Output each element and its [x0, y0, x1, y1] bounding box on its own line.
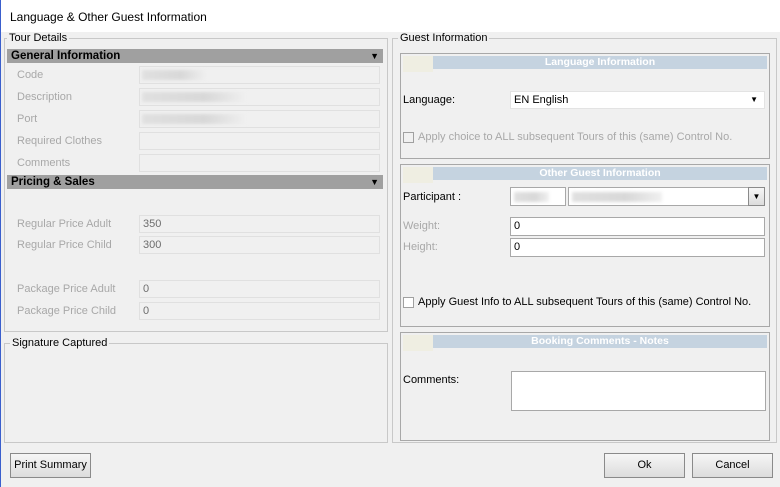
window-border: [0, 32, 1, 487]
apply-language-checkbox[interactable]: [403, 132, 414, 143]
language-value: EN English: [514, 94, 569, 106]
comments-textarea[interactable]: [511, 371, 766, 411]
field-label: Required Clothes: [17, 135, 102, 147]
participant-id-field[interactable]: [510, 187, 566, 206]
redacted-value: [142, 114, 247, 124]
apply-guest-info-label: Apply Guest Info to ALL subsequent Tours…: [418, 296, 752, 308]
field-value: 300: [139, 236, 380, 254]
signature-legend: Signature Captured: [10, 337, 110, 349]
dropdown-arrow-icon: ▼: [750, 95, 758, 104]
redacted-value: [142, 70, 207, 80]
collapse-chevron-icon[interactable]: ▼: [370, 175, 379, 189]
height-label: Height:: [403, 241, 438, 253]
ok-button[interactable]: Ok: [604, 453, 685, 478]
field-label: Regular Price Child: [17, 239, 112, 251]
panel-accent: [403, 335, 433, 351]
participant-label: Participant :: [403, 191, 462, 203]
comments-label: Comments:: [403, 374, 460, 386]
collapse-chevron-icon[interactable]: ▼: [370, 49, 379, 63]
field-label: Code: [17, 69, 44, 81]
window-title: Language & Other Guest Information: [10, 10, 207, 24]
participant-name-field[interactable]: [568, 187, 749, 206]
field-label: Port: [17, 113, 38, 125]
print-summary-button[interactable]: Print Summary: [10, 453, 91, 478]
weight-field[interactable]: 0: [510, 217, 765, 236]
other-guest-header: Other Guest Information: [433, 167, 767, 180]
cancel-button[interactable]: Cancel: [692, 453, 773, 478]
dropdown-arrow-icon: ▼: [752, 192, 761, 201]
language-label: Language:: [403, 94, 455, 106]
guest-info-legend: Guest Information: [398, 32, 490, 44]
field-label: Comments: [17, 157, 71, 169]
signature-group: [4, 343, 388, 443]
participant-dropdown-button[interactable]: ▼: [748, 187, 765, 206]
redacted-value: [142, 92, 247, 102]
field-label: Description: [17, 91, 73, 103]
field-label: Package Price Adult: [17, 283, 116, 295]
field-label: Package Price Child: [17, 305, 117, 317]
panel-accent: [403, 167, 433, 183]
language-header: Language Information: [433, 56, 767, 69]
general-info-header[interactable]: General Information ▼: [7, 49, 383, 63]
height-field[interactable]: 0: [510, 238, 765, 257]
booking-comments-header: Booking Comments - Notes: [433, 335, 767, 348]
general-info-title: General Information: [11, 50, 121, 62]
field-value: 0: [139, 280, 380, 298]
apply-guest-info-checkbox[interactable]: [403, 297, 414, 308]
pricing-header[interactable]: Pricing & Sales ▼: [7, 175, 383, 189]
field-value: 350: [139, 215, 380, 233]
field-value: [139, 154, 380, 172]
apply-language-label: Apply choice to ALL subsequent Tours of …: [418, 131, 733, 143]
field-value: 0: [139, 302, 380, 320]
field-value: [139, 132, 380, 150]
panel-accent: [403, 56, 433, 72]
pricing-title: Pricing & Sales: [11, 176, 95, 188]
weight-label: Weight:: [403, 220, 441, 232]
tour-details-legend: Tour Details: [7, 32, 70, 44]
language-select[interactable]: EN English ▼: [510, 91, 765, 109]
field-label: Regular Price Adult: [17, 218, 112, 230]
